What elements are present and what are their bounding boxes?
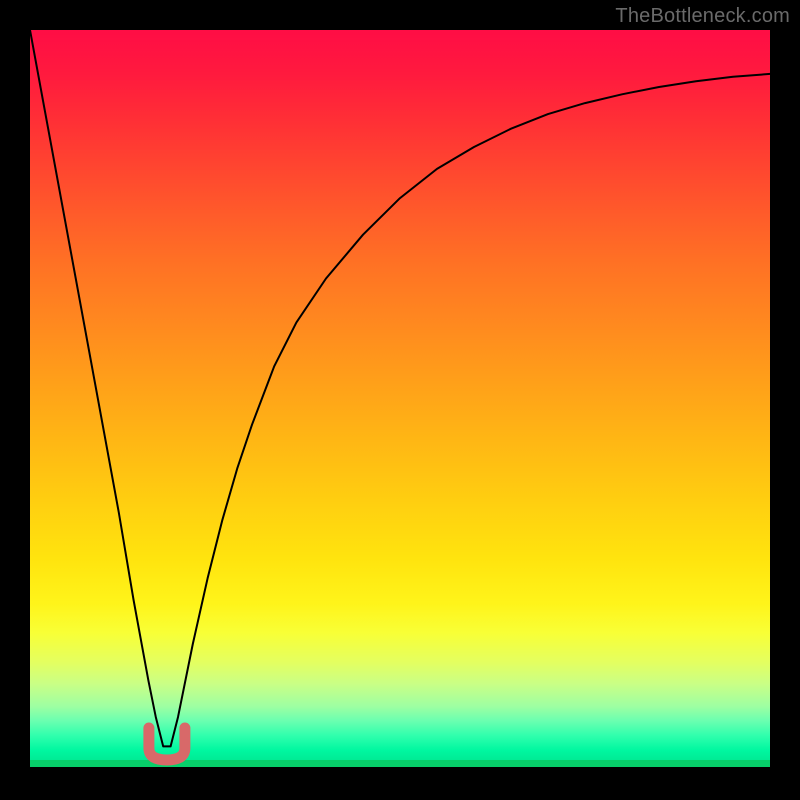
bottleneck-curve [30,30,770,746]
chart-svg [30,30,770,770]
watermark-label: TheBottleneck.com [615,5,790,28]
optimal-marker [149,728,185,760]
